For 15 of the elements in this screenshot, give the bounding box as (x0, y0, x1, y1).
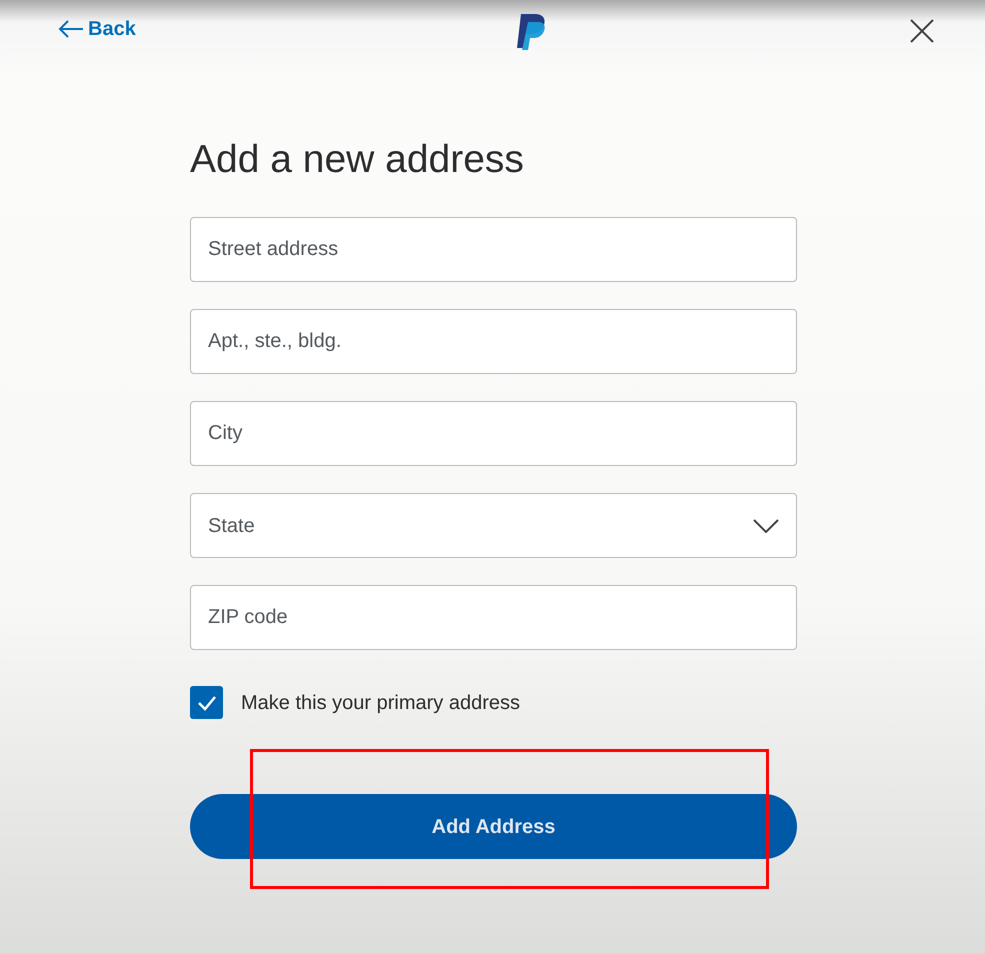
checkbox-label: Make this your primary address (241, 690, 520, 716)
input-field[interactable]: ZIP code (190, 585, 797, 650)
input-field[interactable]: Apt., ste., bldg. (190, 309, 797, 374)
input-field[interactable]: City (190, 401, 797, 466)
input-field[interactable]: Street address (190, 217, 797, 282)
checkmark-icon (196, 694, 216, 710)
page-title: Add a new address (190, 137, 525, 183)
add-address-button[interactable]: Add Address (190, 794, 797, 859)
back-arrow-icon (58, 19, 84, 39)
state-dropdown[interactable]: State (190, 493, 797, 558)
close-button[interactable] (909, 18, 935, 44)
back-link[interactable]: Back (58, 14, 136, 44)
checkbox[interactable] (190, 686, 223, 719)
chevron-down-icon (753, 518, 779, 532)
close-icon (909, 18, 935, 44)
